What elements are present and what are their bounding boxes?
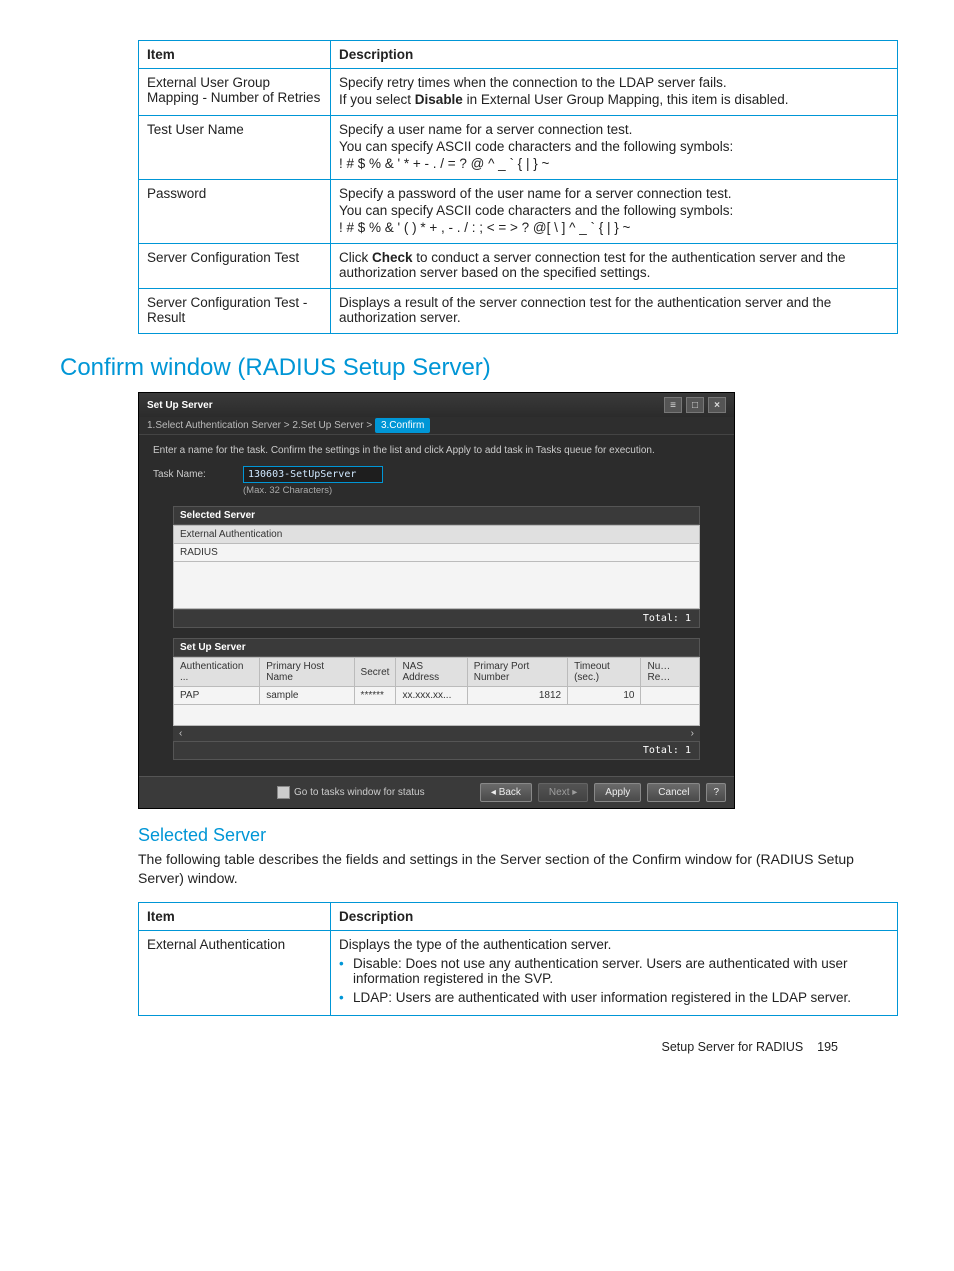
go-status-label: Go to tasks window for status <box>294 787 425 798</box>
go-status-checkbox[interactable] <box>277 786 290 799</box>
row-desc: Click Check to conduct a server connecti… <box>331 244 898 289</box>
apply-button[interactable]: Apply <box>594 783 641 802</box>
params-table: Item Description External User Group Map… <box>138 40 898 334</box>
selected-server-table: External Authentication RADIUS <box>173 525 700 609</box>
row-item: Server Configuration Test - Result <box>139 289 331 334</box>
task-name-input[interactable] <box>243 466 383 483</box>
selserver-value: RADIUS <box>174 544 700 562</box>
row-item: External Authentication <box>139 930 331 1015</box>
col-item: Item <box>139 41 331 69</box>
setup-cell: ****** <box>354 687 396 705</box>
filter-icon[interactable]: ≡ <box>664 397 682 413</box>
help-button[interactable]: ? <box>706 783 726 802</box>
setup-cell: 10 <box>568 687 641 705</box>
selected-server-fields-table: Item Description External Authentication… <box>138 902 898 1016</box>
setup-server-window: Set Up Server ≡ □ × 1.Select Authenticat… <box>138 392 735 809</box>
row-desc: Displays a result of the server connecti… <box>331 289 898 334</box>
crumb-3-active: 3.Confirm <box>375 418 430 433</box>
selected-server-paragraph: The following table describes the fields… <box>138 850 898 888</box>
bullet-item: LDAP: Users are authenticated with user … <box>339 990 889 1005</box>
instruction-text: Enter a name for the task. Confirm the s… <box>153 445 720 456</box>
setup-col: NAS Address <box>396 658 467 687</box>
row-item: Test User Name <box>139 116 331 180</box>
titlebar: Set Up Server ≡ □ × <box>139 393 734 417</box>
row-desc: Displays the type of the authentication … <box>331 930 898 1015</box>
setup-col: Authentication ... <box>174 658 260 687</box>
maximize-icon[interactable]: □ <box>686 397 704 413</box>
crumb-1[interactable]: 1.Select Authentication Server <box>147 420 281 431</box>
wizard-footer: Go to tasks window for status ◂ Back Nex… <box>139 776 734 808</box>
cancel-button[interactable]: Cancel <box>647 783 700 802</box>
setup-col: Timeout (sec.) <box>568 658 641 687</box>
next-button: Next ▸ <box>538 783 588 802</box>
setup-server-table: Authentication ...Primary Host NameSecre… <box>173 657 700 726</box>
setup-cell: 1812 <box>467 687 567 705</box>
selected-server-header: Selected Server <box>173 506 700 525</box>
breadcrumb: 1.Select Authentication Server > 2.Set U… <box>139 417 734 435</box>
bullet-item: Disable: Does not use any authentication… <box>339 956 889 986</box>
col-item: Item <box>139 902 331 930</box>
row-desc: Specify a user name for a server connect… <box>331 116 898 180</box>
setup-cell: xx.xxx.xx... <box>396 687 467 705</box>
setup-server-total: Total: 1 <box>173 741 700 760</box>
crumb-2[interactable]: 2.Set Up Server <box>292 420 363 431</box>
row-item: External User Group Mapping - Number of … <box>139 69 331 116</box>
col-desc: Description <box>331 902 898 930</box>
selected-server-total: Total: 1 <box>173 609 700 628</box>
subheading-selected-server: Selected Server <box>138 825 894 846</box>
setup-cell: sample <box>260 687 354 705</box>
setup-col: Primary Port Number <box>467 658 567 687</box>
horizontal-scrollbar[interactable]: ‹ › <box>173 726 700 741</box>
setup-col: Nu… Re… <box>641 658 700 687</box>
setup-col: Primary Host Name <box>260 658 354 687</box>
back-button[interactable]: ◂ Back <box>480 783 532 802</box>
setup-server-header: Set Up Server <box>173 638 700 657</box>
row-item: Server Configuration Test <box>139 244 331 289</box>
close-icon[interactable]: × <box>708 397 726 413</box>
task-name-hint: (Max. 32 Characters) <box>243 485 720 496</box>
setup-cell <box>641 687 700 705</box>
row-desc: Specify retry times when the connection … <box>331 69 898 116</box>
setup-col: Secret <box>354 658 396 687</box>
page-footer: Setup Server for RADIUS 195 <box>60 1040 894 1054</box>
row-desc: Specify a password of the user name for … <box>331 180 898 244</box>
setup-cell: PAP <box>174 687 260 705</box>
selserver-col: External Authentication <box>174 526 700 544</box>
row-item: Password <box>139 180 331 244</box>
heading-confirm: Confirm window (RADIUS Setup Server) <box>60 354 894 382</box>
task-name-label: Task Name: <box>153 469 243 480</box>
col-desc: Description <box>331 41 898 69</box>
window-title: Set Up Server <box>147 400 213 411</box>
